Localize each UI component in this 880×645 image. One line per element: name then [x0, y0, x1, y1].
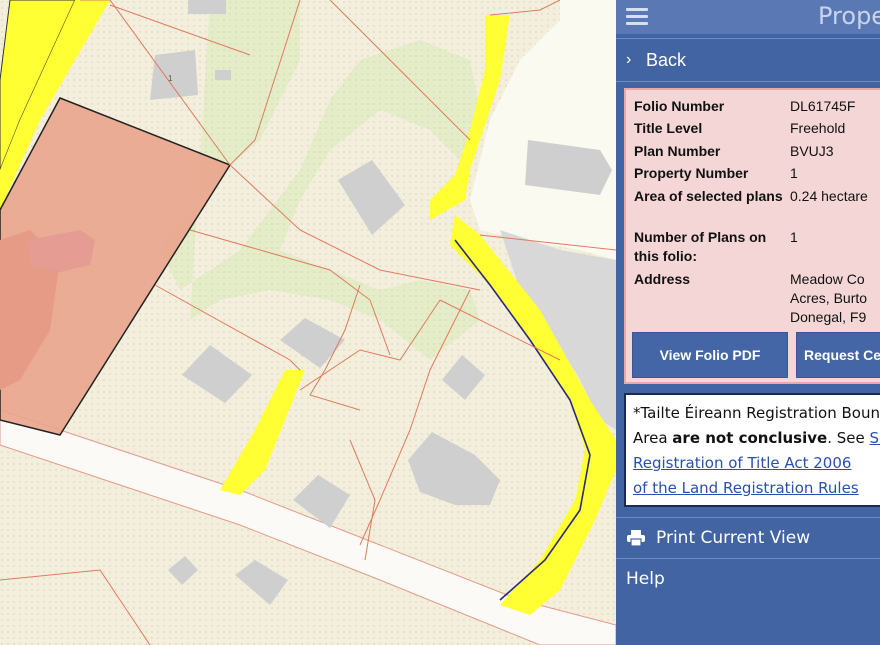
detail-label: Title Level: [634, 120, 703, 136]
printer-icon: [627, 530, 645, 547]
address-line: Acres, Burto: [790, 290, 868, 306]
map-svg[interactable]: 1: [0, 0, 616, 645]
detail-label: Address: [634, 271, 691, 287]
building: [150, 50, 198, 100]
print-label: Print Current View: [656, 528, 811, 548]
building: [215, 70, 231, 80]
parcel-number: 1: [168, 74, 173, 83]
detail-row: Title Level Freehold: [626, 119, 880, 142]
notice-text: . See: [827, 429, 870, 447]
detail-label: Area of selected plans: [634, 188, 783, 204]
section-link[interactable]: Sec: [870, 429, 880, 447]
detail-value: BVUJ3: [790, 143, 834, 159]
back-button[interactable]: › Back: [616, 38, 880, 82]
detail-row: Address Meadow Co Acres, Burto Donegal, …: [626, 270, 880, 327]
detail-label: Number of Plans on this folio:: [634, 229, 767, 264]
detail-row: Number of Plans on this folio: 1: [626, 228, 880, 270]
detail-row: Folio Number DL61745F: [626, 97, 880, 119]
panel-header: Prope: [616, 0, 880, 34]
detail-row: Plan Number BVUJ3: [626, 142, 880, 164]
boundary-notice: *Tailte Éireann Registration Bounc Area …: [624, 393, 880, 507]
property-panel: Prope › Back Folio Number DL61745F Title…: [616, 0, 880, 645]
back-label: Back: [646, 49, 687, 70]
detail-value: 1: [790, 165, 798, 181]
help-button[interactable]: Help: [616, 558, 880, 599]
detail-row: Property Number 1: [626, 164, 880, 187]
notice-line: Registration of Title Act 2006: [633, 451, 880, 476]
address-line: Donegal, F9: [790, 309, 867, 325]
panel-title: Prope: [818, 2, 880, 30]
notice-line: Area are not conclusive. See Sec: [633, 426, 880, 451]
map-canvas[interactable]: 1: [0, 0, 616, 645]
detail-value: DL61745F: [790, 98, 856, 114]
help-label: Help: [626, 569, 665, 589]
notice-line: of the Land Registration Rules: [633, 476, 880, 501]
detail-value: 0.24 hectare: [790, 188, 868, 204]
notice-text: Area: [633, 429, 673, 447]
print-current-view-button[interactable]: Print Current View: [616, 517, 880, 558]
detail-label: Folio Number: [634, 98, 725, 114]
detail-value: Freehold: [790, 120, 846, 136]
address-value: Meadow Co Acres, Burto Donegal, F9: [790, 270, 867, 327]
building: [188, 0, 226, 14]
request-cert-button[interactable]: Request Ce: [796, 332, 880, 378]
notice-bold: are not conclusive: [672, 429, 828, 447]
hamburger-menu-icon[interactable]: [626, 5, 648, 25]
notice-line: *Tailte Éireann Registration Bounc: [633, 404, 880, 422]
address-line: Meadow Co: [790, 271, 865, 287]
detail-value: 1: [790, 229, 798, 245]
detail-label: Property Number: [634, 165, 749, 181]
detail-row: Area of selected plans 0.24 hectare: [626, 187, 880, 228]
folio-details: Folio Number DL61745F Title Level Freeho…: [624, 88, 880, 384]
view-folio-pdf-button[interactable]: View Folio PDF: [632, 332, 788, 378]
rules-link[interactable]: of the Land Registration Rules: [633, 479, 859, 497]
act-link[interactable]: Registration of Title Act 2006: [633, 454, 851, 472]
chevron-right-icon: ›: [626, 51, 632, 68]
detail-label: Plan Number: [634, 143, 721, 159]
